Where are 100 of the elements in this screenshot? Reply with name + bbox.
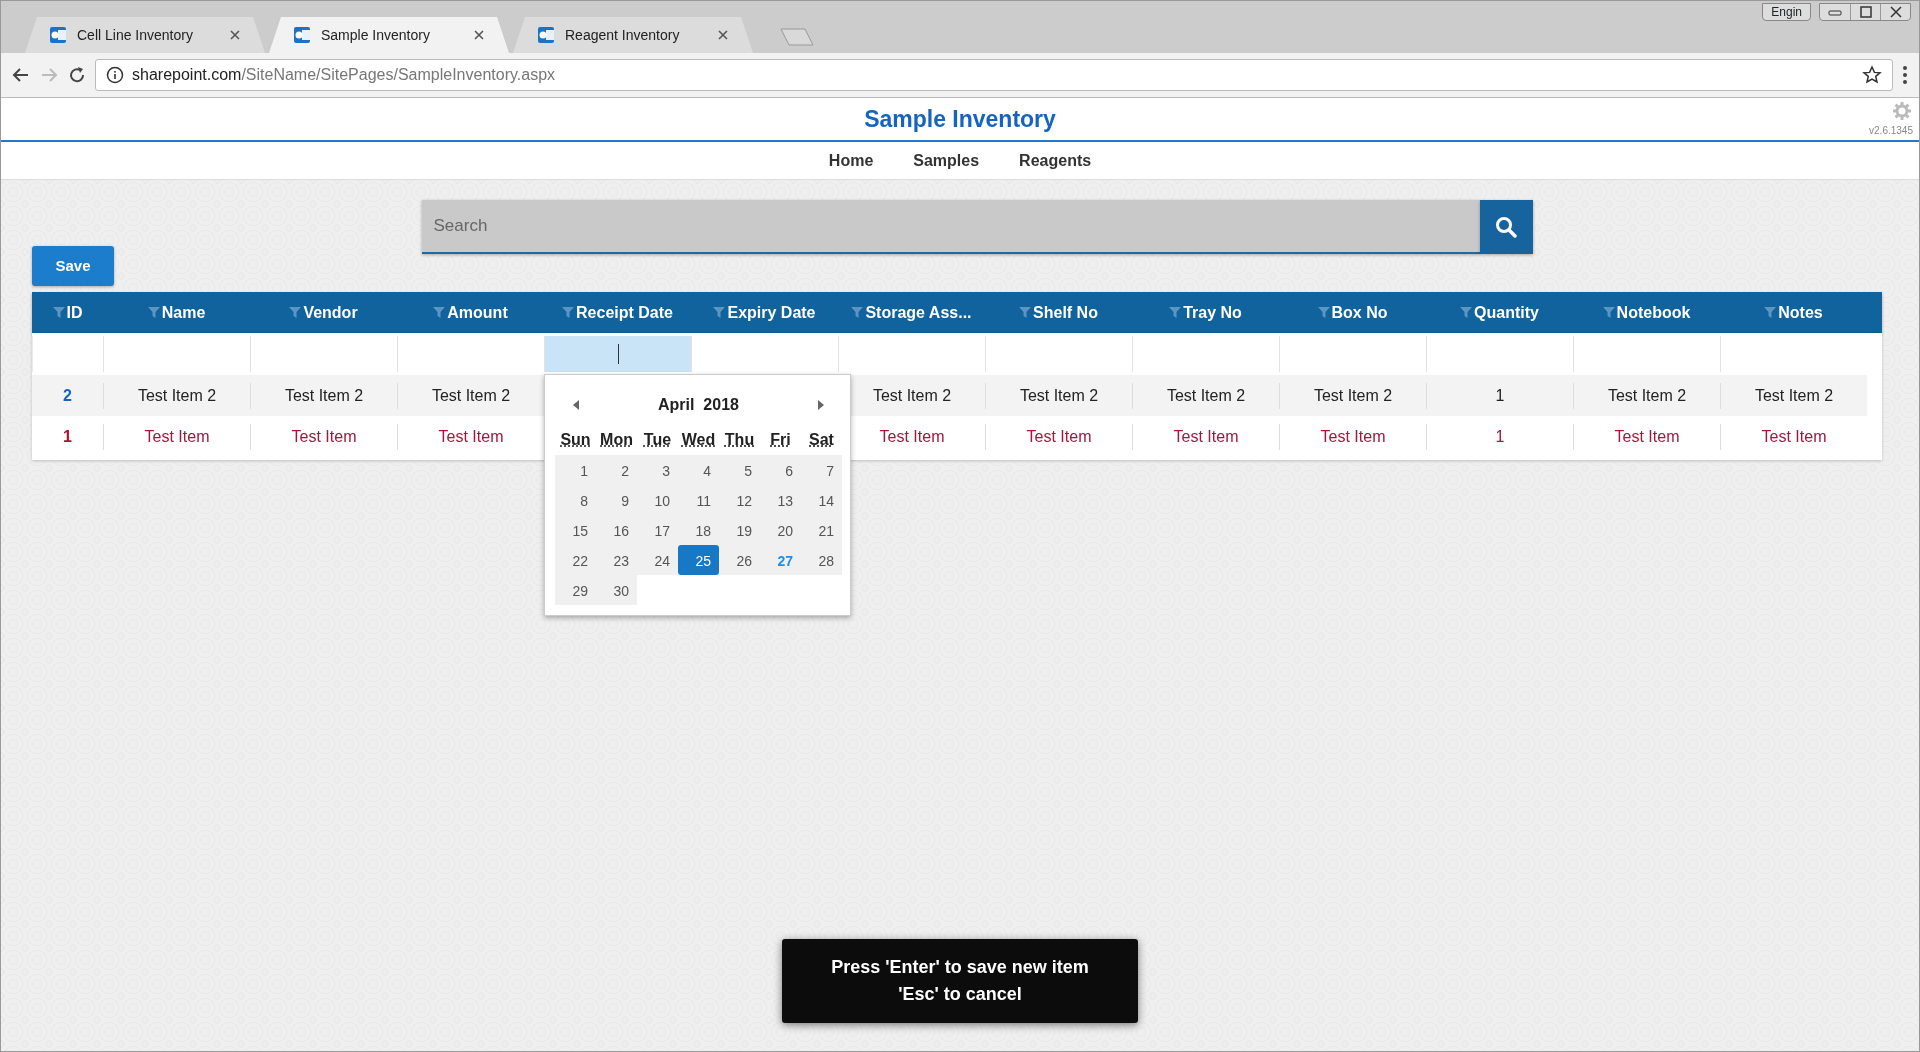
calendar-day[interactable]: 19 bbox=[719, 515, 760, 545]
filter-icon[interactable] bbox=[1764, 306, 1777, 320]
browser-tab[interactable]: Reagent Inventory bbox=[513, 17, 753, 53]
address-field[interactable]: sharepoint.com/SiteName/SitePages/SampleInventory.aspx bbox=[95, 59, 1893, 91]
calendar-day[interactable]: 21 bbox=[801, 515, 842, 545]
calendar-day[interactable]: 2 bbox=[596, 455, 637, 485]
calendar-day[interactable]: 25 bbox=[678, 545, 719, 575]
calendar-day[interactable]: 4 bbox=[678, 455, 719, 485]
column-header[interactable]: Shelf No bbox=[1033, 300, 1098, 325]
weekday-label: Thu bbox=[723, 430, 756, 450]
calendar-day[interactable]: 10 bbox=[637, 485, 678, 515]
filter-icon[interactable] bbox=[289, 306, 302, 320]
table-cell-text: 2 bbox=[62, 385, 73, 406]
calendar-day[interactable]: 6 bbox=[760, 455, 801, 485]
close-icon[interactable] bbox=[717, 29, 729, 41]
calendar-day[interactable]: 11 bbox=[678, 485, 719, 515]
table-cell: Test Item bbox=[985, 423, 1132, 450]
filter-icon[interactable] bbox=[147, 306, 160, 320]
filter-icon[interactable] bbox=[713, 306, 726, 320]
table-cell: Test Item bbox=[1573, 423, 1720, 450]
browser-tab[interactable]: Cell Line Inventory bbox=[25, 17, 265, 53]
calendar-day[interactable]: 14 bbox=[801, 485, 842, 515]
column-header[interactable]: Receipt Date bbox=[576, 300, 673, 325]
save-button[interactable]: Save bbox=[32, 246, 114, 287]
settings-icon[interactable] bbox=[1893, 102, 1911, 120]
table-cell: Test Item 2 bbox=[103, 382, 250, 409]
close-icon[interactable] bbox=[473, 29, 485, 41]
calendar-day[interactable]: 8 bbox=[555, 485, 596, 515]
browser-tab[interactable]: Sample Inventory bbox=[269, 17, 509, 53]
table-cell: Test Item bbox=[250, 423, 397, 450]
month-title: April 2018 bbox=[658, 395, 739, 415]
table-cell: 1 bbox=[1426, 382, 1573, 409]
column-header[interactable]: Tray No bbox=[1183, 300, 1242, 325]
column-header[interactable]: Quantity bbox=[1474, 300, 1539, 325]
table-cell: Test Item 2 bbox=[1720, 382, 1867, 409]
calendar-day[interactable]: 7 bbox=[801, 455, 842, 485]
table-cell-text: 1 bbox=[62, 426, 73, 447]
table-cell: 1 bbox=[1426, 423, 1573, 450]
table-cell: Test Item bbox=[1279, 423, 1426, 450]
calendar-day[interactable]: 3 bbox=[637, 455, 678, 485]
input-field[interactable] bbox=[544, 336, 691, 373]
table-cell: Test Item 2 bbox=[1573, 382, 1720, 409]
calendar-day[interactable]: 12 bbox=[719, 485, 760, 515]
table-cell: Test Item bbox=[1720, 423, 1867, 450]
calendar-day[interactable]: 22 bbox=[555, 545, 596, 575]
calendar-day[interactable]: 29 bbox=[555, 575, 596, 605]
calendar-day[interactable]: 20 bbox=[760, 515, 801, 545]
user-button[interactable]: Engin bbox=[1762, 3, 1811, 21]
filter-icon[interactable] bbox=[433, 306, 446, 320]
filter-icon[interactable] bbox=[1317, 306, 1330, 320]
star-icon[interactable] bbox=[1862, 65, 1882, 85]
previous-month-icon[interactable] bbox=[571, 399, 581, 411]
search-button[interactable] bbox=[1479, 200, 1533, 254]
calendar-day[interactable]: 15 bbox=[555, 515, 596, 545]
filter-icon[interactable] bbox=[1019, 306, 1032, 320]
column-header[interactable]: ID bbox=[66, 300, 83, 325]
filter-icon[interactable] bbox=[562, 306, 575, 320]
reload-icon[interactable] bbox=[67, 65, 87, 85]
column-header[interactable]: Notes bbox=[1778, 300, 1823, 325]
column-header[interactable]: Vendor bbox=[303, 300, 358, 325]
calendar-day[interactable]: 1 bbox=[555, 455, 596, 485]
menu-icon[interactable] bbox=[1901, 64, 1909, 86]
calendar-day[interactable]: 13 bbox=[760, 485, 801, 515]
column-header[interactable]: Amount bbox=[447, 300, 508, 325]
column-header[interactable]: Expiry Date bbox=[727, 300, 816, 325]
filter-icon[interactable] bbox=[1460, 306, 1473, 320]
table-cell: Test Item bbox=[1132, 423, 1279, 450]
column-header[interactable]: Notebook bbox=[1616, 300, 1691, 325]
table-cell: Test Item 2 bbox=[250, 382, 397, 409]
column-header[interactable]: Box No bbox=[1331, 300, 1388, 325]
nav-link[interactable]: Home bbox=[828, 148, 874, 173]
toast-text: Press 'Enter' to save new item bbox=[831, 956, 1089, 979]
filter-icon[interactable] bbox=[1169, 306, 1182, 320]
calendar-day[interactable]: 16 bbox=[596, 515, 637, 545]
column-header[interactable]: Name bbox=[161, 300, 206, 325]
filter-icon[interactable] bbox=[1602, 306, 1615, 320]
toast-text: 'Esc' to cancel bbox=[898, 983, 1022, 1006]
weekday-label: Tue bbox=[642, 430, 673, 450]
next-month-icon[interactable] bbox=[816, 399, 826, 411]
calendar-day[interactable]: 23 bbox=[596, 545, 637, 575]
close-icon[interactable] bbox=[229, 29, 241, 41]
table-cell: Test Item 2 bbox=[985, 382, 1132, 409]
app-icon bbox=[537, 26, 555, 44]
nav-link[interactable]: Samples bbox=[913, 148, 980, 173]
calendar-day[interactable]: 24 bbox=[637, 545, 678, 575]
calendar-day[interactable]: 30 bbox=[596, 575, 637, 605]
weekday-label: Sun bbox=[559, 430, 592, 450]
nav-link[interactable]: Reagents bbox=[1019, 148, 1092, 173]
calendar-day[interactable]: 28 bbox=[801, 545, 842, 575]
filter-icon[interactable] bbox=[851, 306, 864, 320]
info-icon[interactable] bbox=[106, 66, 124, 84]
calendar-day[interactable]: 17 bbox=[637, 515, 678, 545]
weekday-label: Mon bbox=[599, 430, 634, 450]
calendar-day[interactable]: 26 bbox=[719, 545, 760, 575]
column-header[interactable]: Storage Ass... bbox=[865, 300, 972, 325]
calendar-day[interactable]: 18 bbox=[678, 515, 719, 545]
calendar-day[interactable]: 5 bbox=[719, 455, 760, 485]
search-field[interactable]: Search bbox=[421, 200, 1480, 254]
calendar-day[interactable]: 9 bbox=[596, 485, 637, 515]
filter-icon[interactable] bbox=[52, 306, 65, 320]
